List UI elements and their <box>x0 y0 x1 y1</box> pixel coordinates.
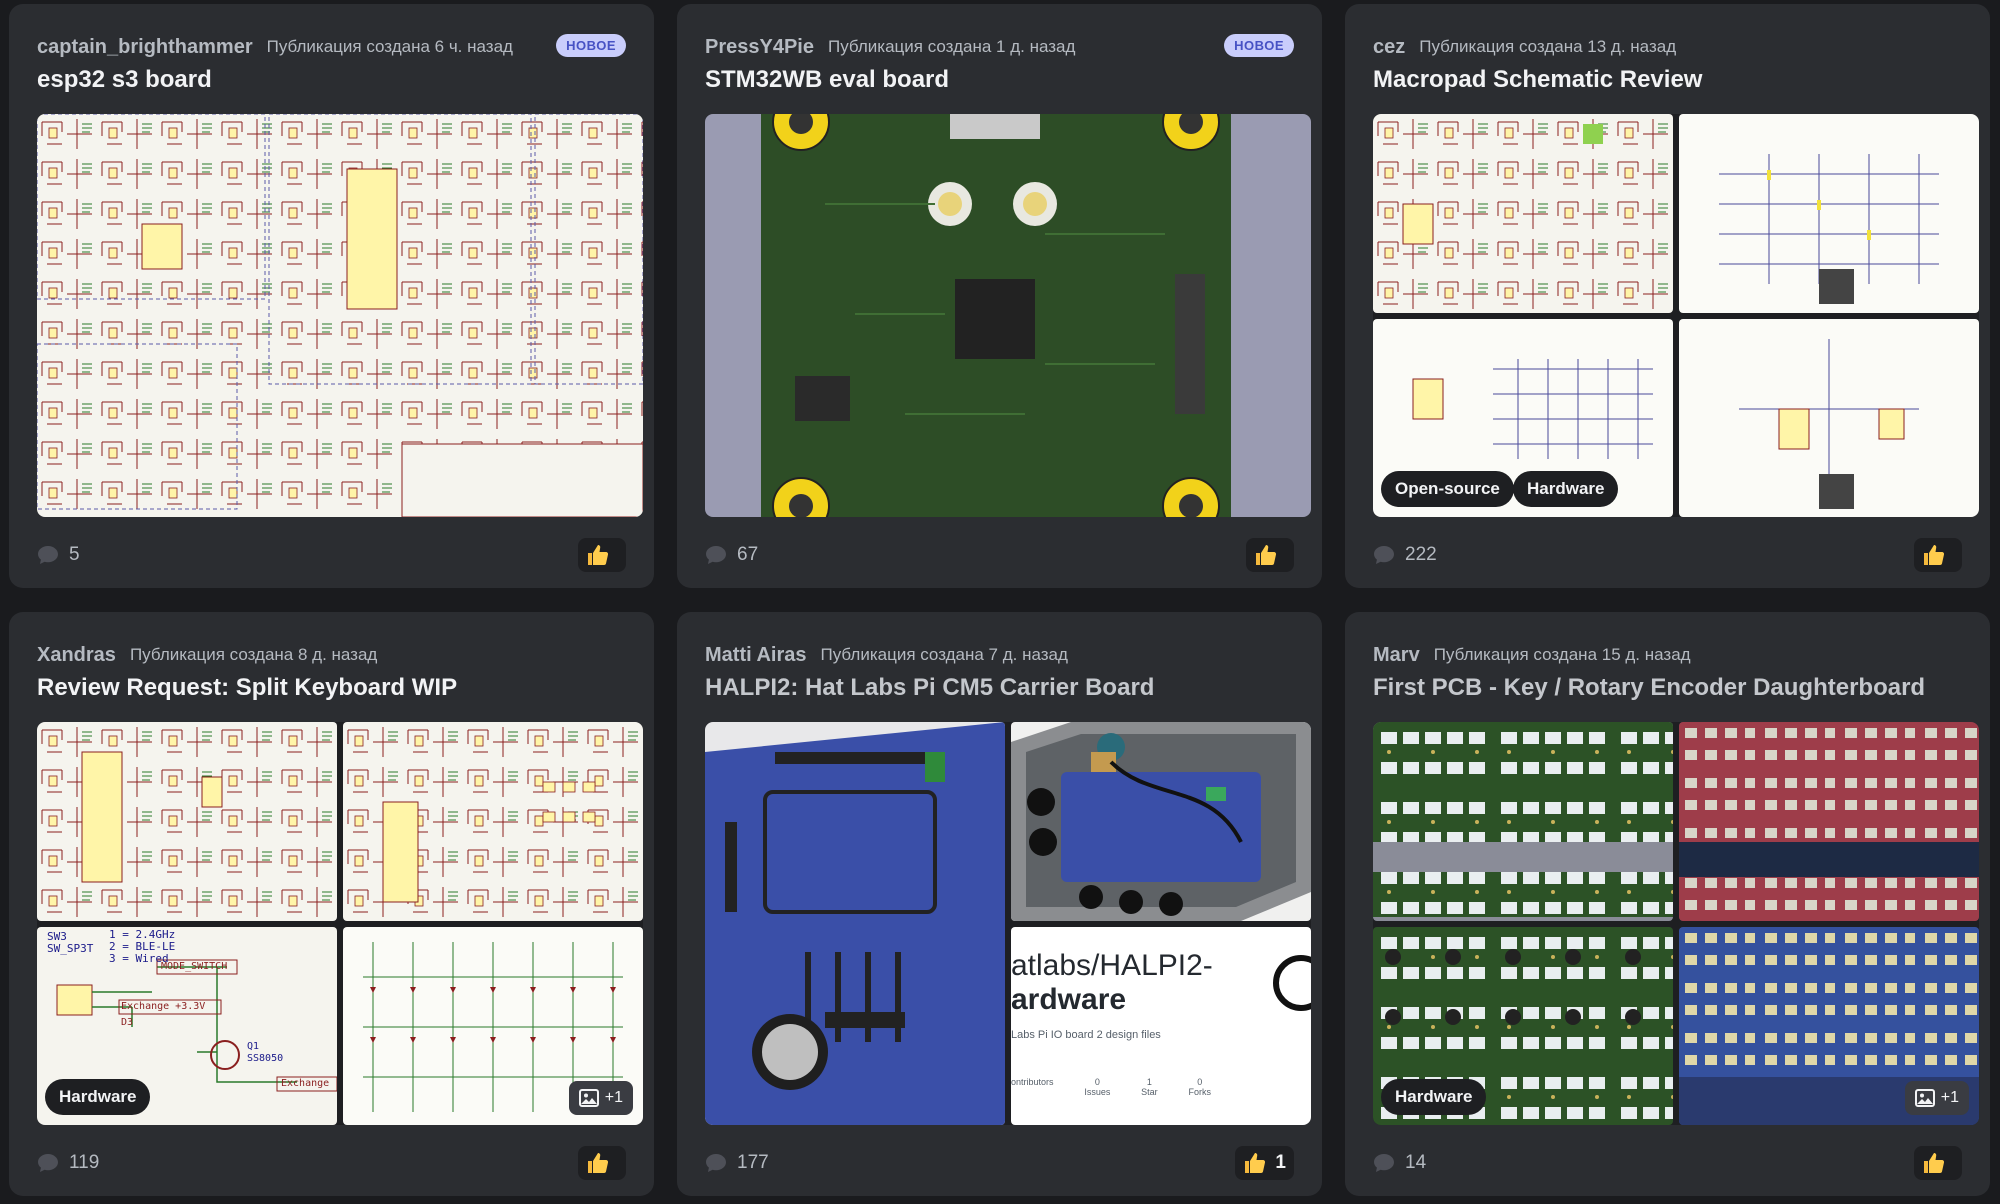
image-icon <box>579 1089 599 1107</box>
more-images-button[interactable]: +1 <box>1904 1081 1969 1115</box>
post-author[interactable]: captain_brighthammer <box>37 36 253 59</box>
repo-name-line: atlabs/HALPI2- <box>1011 949 1213 982</box>
new-badge: НОВОЕ <box>1224 34 1294 57</box>
reaction-count: 1 <box>1275 1152 1286 1173</box>
tag-hardware[interactable]: Hardware <box>1513 471 1619 507</box>
github-repo-preview[interactable]: atlabs/HALPI2- ardware Labs Pi IO board … <box>1011 927 1311 1125</box>
thumbs-up-reaction[interactable]: 1 <box>1235 1146 1294 1180</box>
post-title[interactable]: esp32 s3 board <box>37 66 626 94</box>
post-author[interactable]: Matti Airas <box>705 644 807 667</box>
thumbs-up-icon <box>1254 543 1278 567</box>
post-time: Публикация создана 6 ч. назад <box>266 37 513 56</box>
comment-count: 5 <box>69 544 80 565</box>
repo-stat-value: 0 <box>1094 1077 1100 1087</box>
comment-count: 119 <box>69 1152 100 1173</box>
thumbs-up-reaction[interactable] <box>1914 1146 1962 1180</box>
post-time: Публикация создана 13 д. назад <box>1419 37 1677 56</box>
thumbs-up-reaction[interactable] <box>578 1146 626 1180</box>
schematic-label: Q1 <box>247 1041 260 1052</box>
comment-count: 67 <box>737 544 759 565</box>
repo-stat-label: ontributors <box>1011 1077 1054 1087</box>
comment-icon <box>37 1153 59 1173</box>
post-title[interactable]: First PCB - Key / Rotary Encoder Daughte… <box>1373 674 1962 702</box>
post-author[interactable]: cez <box>1373 36 1405 59</box>
post-image-gallery[interactable]: atlabs/HALPI2- ardware Labs Pi IO board … <box>705 722 1311 1125</box>
post-card[interactable]: captain_brighthammer Публикация создана … <box>9 4 654 588</box>
post-card[interactable]: PressY4Pie Публикация создана 1 д. назад… <box>677 4 1322 588</box>
post-title[interactable]: STM32WB eval board <box>705 66 1294 94</box>
post-time: Публикация создана 8 д. назад <box>129 645 378 664</box>
post-title[interactable]: Review Request: Split Keyboard WIP <box>37 674 626 702</box>
tag-open-source[interactable]: Open-source <box>1381 471 1514 507</box>
post-card[interactable]: Matti Airas Публикация создана 7 д. наза… <box>677 612 1322 1196</box>
comment-icon <box>705 545 727 565</box>
image-icon <box>1915 1089 1935 1107</box>
more-images-count: +1 <box>604 1089 623 1106</box>
post-time: Публикация создана 15 д. назад <box>1433 645 1691 664</box>
schematic-label: MODE_SWITCH <box>161 961 228 972</box>
pcb-render-image <box>705 114 1311 517</box>
thumbs-up-icon <box>1243 1151 1267 1175</box>
thumbs-up-icon <box>1922 543 1946 567</box>
post-time: Публикация создана 7 д. назад <box>820 645 1068 664</box>
post-author[interactable]: PressY4Pie <box>705 36 814 59</box>
post-card[interactable]: Marv Публикация создана 15 д. назад Firs… <box>1345 612 1990 1196</box>
gallery-image[interactable] <box>343 722 643 921</box>
repo-description: Labs Pi IO board 2 design files <box>1011 1029 1161 1041</box>
repo-stat-value: 1 <box>1146 1077 1152 1087</box>
post-time: Публикация создана 1 д. назад <box>827 37 1076 56</box>
thumbs-up-reaction[interactable] <box>578 538 626 572</box>
post-author[interactable]: Marv <box>1373 644 1420 667</box>
gallery-image[interactable] <box>1011 722 1311 921</box>
more-images-count: +1 <box>1940 1089 1959 1106</box>
gallery-image[interactable] <box>1679 319 1979 517</box>
schematic-label: Exchange +3.3V <box>121 1001 206 1012</box>
thumbs-up-reaction[interactable] <box>1246 538 1294 572</box>
comment-icon <box>37 545 59 565</box>
hatlabs-logo-icon <box>1273 955 1311 1011</box>
repo-stat-value: 0 <box>1197 1077 1203 1087</box>
post-image[interactable] <box>705 114 1311 517</box>
post-image-gallery[interactable]: Hardware +1 <box>1373 722 1979 1125</box>
gallery-image[interactable] <box>705 722 1005 1125</box>
comment-count: 222 <box>1405 544 1437 565</box>
schematic-label: D3 <box>121 1017 134 1028</box>
gallery-image[interactable] <box>37 722 337 921</box>
comment-icon <box>705 1153 727 1173</box>
comment-icon <box>1373 545 1395 565</box>
post-title[interactable]: Macropad Schematic Review <box>1373 66 1962 94</box>
comment-icon <box>1373 1153 1395 1173</box>
repo-stat-label: Issues <box>1084 1087 1111 1097</box>
thumbs-up-reaction[interactable] <box>1914 538 1962 572</box>
schematic-label: Exchange <box>281 1078 330 1089</box>
schematic-label: SW_SP3T <box>47 942 94 955</box>
more-images-button[interactable]: +1 <box>568 1081 633 1115</box>
gallery-image[interactable] <box>1373 722 1673 921</box>
thumbs-up-icon <box>1922 1151 1946 1175</box>
thumbs-up-icon <box>586 1151 610 1175</box>
gallery-image[interactable] <box>1373 114 1673 313</box>
post-image-gallery[interactable]: Open-source Hardware <box>1373 114 1979 517</box>
tag-hardware[interactable]: Hardware <box>1381 1079 1487 1115</box>
post-title[interactable]: HALPI2: Hat Labs Pi CM5 Carrier Board <box>705 674 1294 702</box>
gallery-image[interactable] <box>1679 114 1979 313</box>
repo-stat-label: Star <box>1141 1087 1158 1097</box>
schematic-image <box>37 114 643 517</box>
comment-count: 14 <box>1405 1152 1427 1173</box>
comment-count: 177 <box>737 1152 769 1173</box>
post-card[interactable]: Xandras Публикация создана 8 д. назад Re… <box>9 612 654 1196</box>
repo-stat-label: Forks <box>1188 1087 1212 1097</box>
schematic-label: SS8050 <box>247 1053 284 1064</box>
post-image[interactable] <box>37 114 643 517</box>
tag-hardware[interactable]: Hardware <box>45 1079 151 1115</box>
gallery-image[interactable] <box>1679 722 1979 921</box>
post-card[interactable]: cez Публикация создана 13 д. назад Macro… <box>1345 4 1990 588</box>
post-image-gallery[interactable]: SW3 SW_SP3T 1 = 2.4GHz 2 = BLE-LE 3 = Wi… <box>37 722 643 1125</box>
thumbs-up-icon <box>586 543 610 567</box>
repo-name-line: ardware <box>1011 983 1127 1016</box>
new-badge: НОВОЕ <box>556 34 626 57</box>
post-author[interactable]: Xandras <box>37 644 116 667</box>
